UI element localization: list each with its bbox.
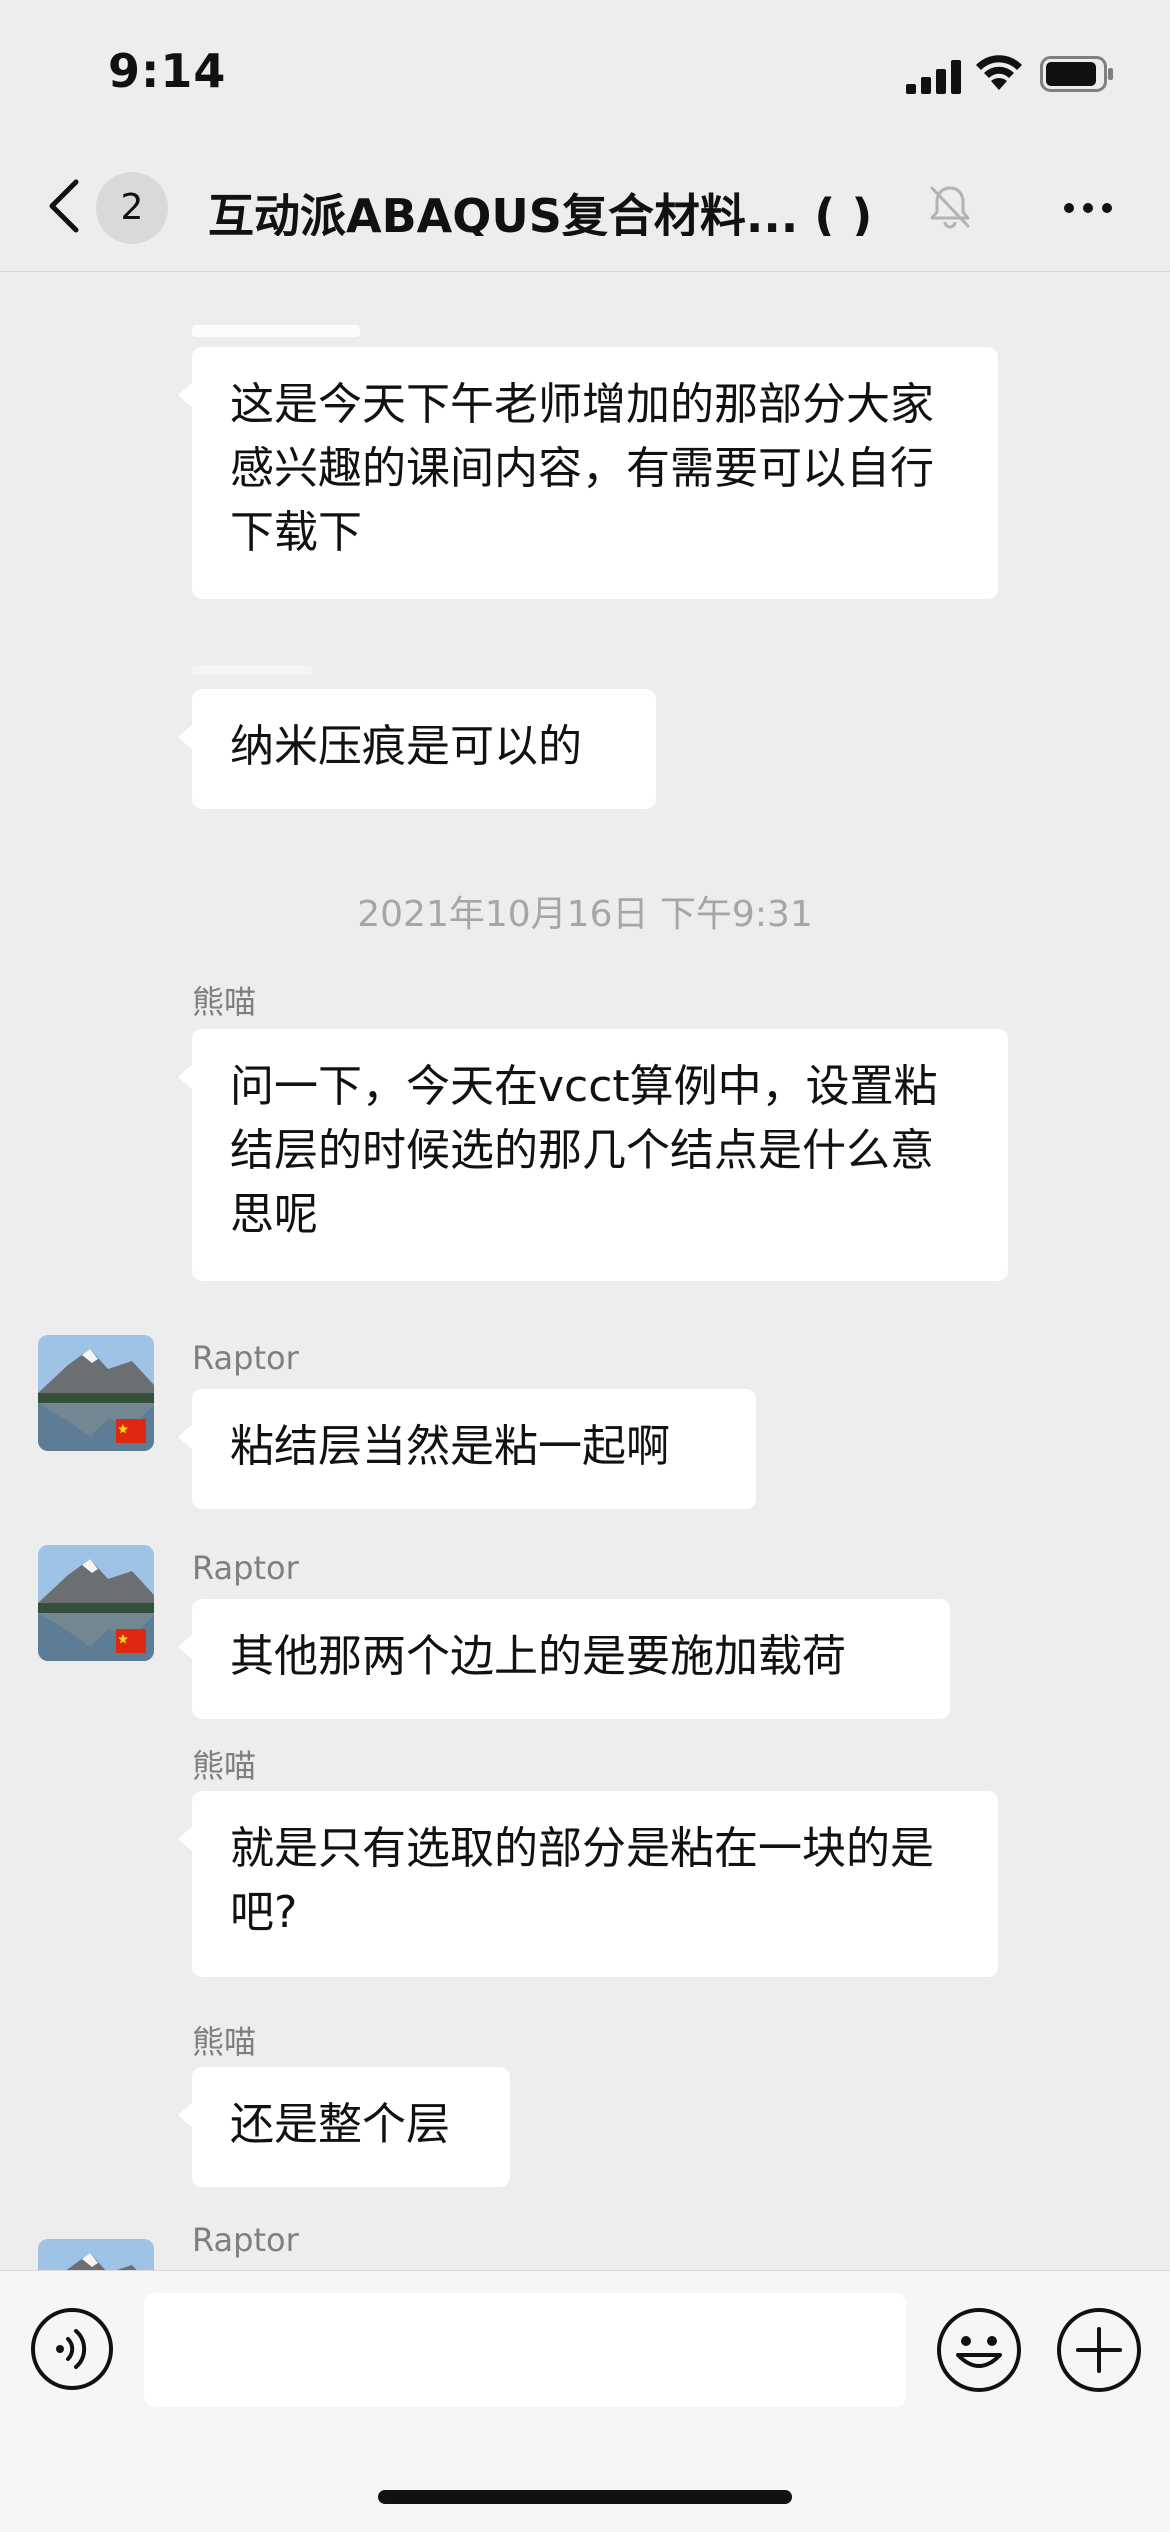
message-text: 就是只有选取的部分是粘在一块的是吧? [230,1823,934,1938]
avatar[interactable] [38,1545,154,1661]
back-icon[interactable] [44,178,84,234]
plus-icon[interactable] [1056,2307,1142,2393]
avatar[interactable] [38,2239,154,2270]
message-text: 这是今天下午老师增加的那部分大家感兴趣的课间内容，有需要可以自行下载下 [230,379,934,558]
avatar-image [38,1335,154,1451]
wifi-icon [976,55,1022,90]
status-bar: 9:14 [0,0,1170,140]
home-indicator[interactable] [378,2490,792,2504]
avatar-image [38,1545,154,1661]
unread-badge[interactable]: 2 [96,172,168,244]
message-timestamp: 2021年10月16日 下午9:31 [357,894,813,935]
voice-icon[interactable] [30,2307,114,2391]
message-text: 其他那两个边上的是要施加载荷 [230,1631,846,1682]
sender-name: 熊喵 [192,1747,257,1785]
message-text: 还是整个层 [230,2099,450,2150]
avatar-image [38,2239,154,2270]
message-bubble[interactable]: 纳米压痕是可以的 [178,689,656,809]
sender-name: 熊喵 [192,983,257,1021]
message-bubble[interactable]: 就是只有选取的部分是粘在一块的是吧? [178,1791,998,1977]
message-bubble[interactable]: 粘结层当然是粘一起啊 [178,1389,756,1509]
nav-bar: 2 互动派ABAQUS复合材料... ( ) [0,140,1170,272]
message-text: 问一下，今天在vcct算例中，设置粘结层的时候选的那几个结点是什么意思呢 [230,1061,938,1240]
avatar[interactable] [38,1335,154,1451]
sender-name: Raptor [192,2221,299,2259]
signal-icon [906,60,961,94]
sender-name: Raptor [192,1339,299,1377]
sender-name: Raptor [192,1549,299,1587]
status-time: 9:14 [108,44,227,98]
chat-area[interactable]: 这是今天下午老师增加的那部分大家感兴趣的课间内容，有需要可以自行下载下 纳米压痕… [0,273,1170,2270]
redacted-sender [192,665,312,675]
message-bubble[interactable]: 还是整个层 [178,2067,510,2187]
message-bubble[interactable]: 问一下，今天在vcct算例中，设置粘结层的时候选的那几个结点是什么意思呢 [178,1029,1008,1281]
more-icon[interactable] [1062,192,1114,224]
message-text: 粘结层当然是粘一起啊 [230,1421,670,1472]
sender-name: 熊喵 [192,2023,257,2061]
message-text: 纳米压痕是可以的 [230,721,582,772]
emoji-icon[interactable] [936,2307,1022,2393]
message-input[interactable] [144,2293,906,2407]
message-bubble[interactable]: 其他那两个边上的是要施加载荷 [178,1599,950,1719]
chat-screen: 9:14 2 互动派ABAQUS复合材料... ( ) 这是今天下午老师增加的那… [0,0,1170,2532]
battery-icon [1040,56,1113,92]
mute-icon [930,186,970,229]
redacted-sender [192,325,360,337]
chat-title[interactable]: 互动派ABAQUS复合材料... ( ) [208,180,928,236]
message-bubble[interactable]: 这是今天下午老师增加的那部分大家感兴趣的课间内容，有需要可以自行下载下 [178,347,998,599]
